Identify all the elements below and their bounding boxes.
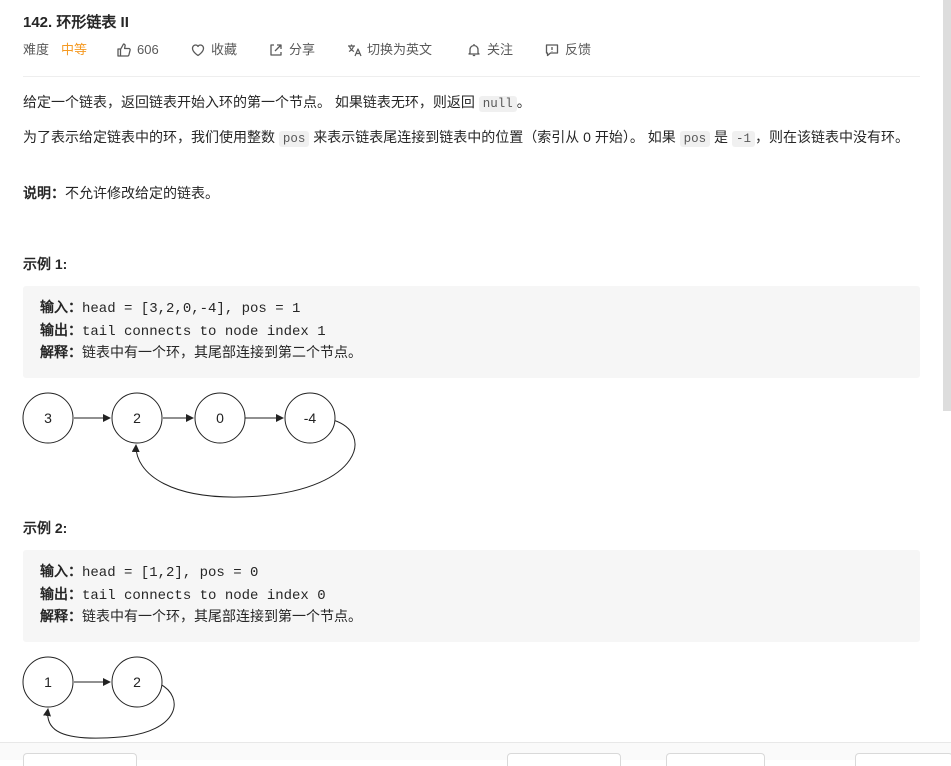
difficulty-value: 中等 [61,42,88,57]
input-label: 输入： [40,300,82,316]
node-3: -4 [284,392,336,444]
output-value: tail connects to node index 0 [82,588,326,604]
example-2-linked-list-diagram: 1 2 [22,656,175,739]
note-label: 说明： [23,185,65,201]
toolbar-button[interactable] [507,753,621,766]
example-2-input-line: 输入：head = [1,2], pos = 0 [40,561,258,583]
translate-icon [348,44,362,57]
explain-value: 链表中有一个环，其尾部连接到第一个节点。 [82,610,362,626]
node-label: 3 [44,410,52,426]
description-text: ，则在该链表中没有环。 [754,129,909,145]
feedback-icon [545,44,559,57]
description-text: 为了表示给定链表中的环，我们使用整数 [23,129,279,145]
output-label: 输出： [40,323,82,339]
node-label: 2 [133,674,141,690]
example-1-input-line: 输入：head = [3,2,0,-4], pos = 1 [40,297,300,319]
example-2-code-block: 输入：head = [1,2], pos = 0 输出：tail connect… [23,550,920,642]
explain-value: 链表中有一个环，其尾部连接到第二个节点。 [82,346,362,362]
input-label: 输入： [40,564,82,580]
input-value: head = [1,2], pos = 0 [82,565,259,581]
node-label: 0 [216,410,224,426]
switch-language-label: 切换为英文 [367,42,433,57]
vertical-scrollbar[interactable] [943,0,951,411]
description-text: 来表示链表尾连接到链表中的位置（索引从 0 开始）。 如果 [309,129,680,145]
inline-code-minus-one: -1 [731,131,755,147]
node-1: 2 [111,392,163,444]
node-2: 0 [194,392,246,444]
node-1: 2 [111,656,163,708]
problem-title: 142. 环形链表 II [23,14,129,31]
follow-button[interactable]: 关注 [466,40,513,60]
favorite-button[interactable]: 收藏 [190,40,237,60]
node-0: 3 [22,392,74,444]
input-value: head = [3,2,0,-4], pos = 1 [82,301,301,317]
toolbar-button[interactable] [855,753,951,766]
node-label: -4 [304,410,317,426]
example-1-heading: 示例 1: [23,256,68,272]
explain-label: 解释： [40,345,82,361]
description-paragraph-2: 为了表示给定链表中的环，我们使用整数 pos 来表示链表尾连接到链表中的位置（索… [23,127,928,150]
favorite-label: 收藏 [211,42,238,57]
bell-icon [468,44,480,57]
description-note: 说明：不允许修改给定的链表。 [23,183,928,204]
difficulty: 难度 中等 [23,40,87,60]
description-text-end: 。 [516,94,531,110]
example-1-code-block: 输入：head = [3,2,0,-4], pos = 1 输出：tail co… [23,286,920,378]
follow-label: 关注 [487,42,514,57]
note-text: 不允许修改给定的链表。 [65,185,219,201]
example-2-output-line: 输出：tail connects to node index 0 [40,584,326,606]
inline-code-pos: pos [278,131,310,147]
description-paragraph-1: 给定一个链表，返回链表开始入环的第一个节点。 如果链表无环，则返回 null。 [23,92,928,115]
description-text: 是 [710,129,732,145]
example-2-explain-line: 解释：链表中有一个环，其尾部连接到第一个节点。 [40,606,362,628]
like-count: 606 [137,42,159,57]
like-button[interactable]: 606 [116,40,159,60]
feedback-label: 反馈 [565,42,592,57]
share-button[interactable]: 分享 [268,40,315,60]
bottom-toolbar [0,742,951,766]
toolbar-button[interactable] [23,753,137,766]
inline-code-pos: pos [679,131,711,147]
node-label: 2 [133,410,141,426]
inline-code-null: null [478,96,517,112]
toolbar-button[interactable] [666,753,765,766]
share-icon [270,44,282,56]
output-value: tail connects to node index 1 [82,324,326,340]
example-1-output-line: 输出：tail connects to node index 1 [40,320,326,342]
explain-label: 解释： [40,609,82,625]
node-0: 1 [22,656,74,708]
example-2-heading: 示例 2: [23,520,68,536]
output-label: 输出： [40,587,82,603]
share-label: 分享 [289,42,316,57]
description-text: 给定一个链表，返回链表开始入环的第一个节点。 如果链表无环，则返回 [23,94,479,110]
switch-language-button[interactable]: 切换为英文 [346,40,432,60]
heart-icon [191,44,205,57]
example-1-linked-list-diagram: 3 2 0 -4 [22,392,356,498]
example-1-explain-line: 解释：链表中有一个环，其尾部连接到第二个节点。 [40,342,362,364]
difficulty-label: 难度 [23,42,50,57]
header-divider [23,76,920,77]
node-label: 1 [44,674,52,690]
thumbs-up-icon [117,43,131,57]
feedback-button[interactable]: 反馈 [544,40,591,60]
